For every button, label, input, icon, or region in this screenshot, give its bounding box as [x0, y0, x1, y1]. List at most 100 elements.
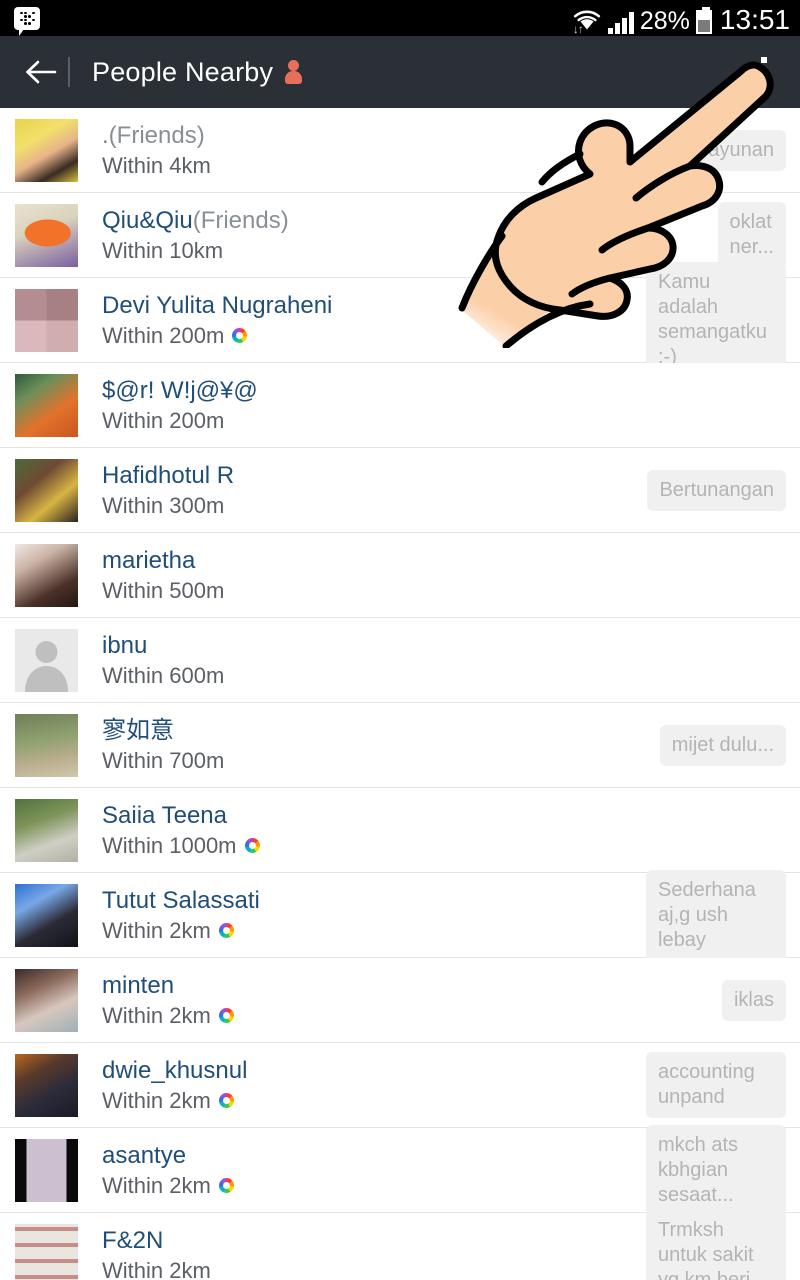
distance-row: Within 10km [102, 238, 718, 264]
status-bubble: oklat ner... [717, 202, 786, 268]
distance-row: Within 2km [102, 1003, 722, 1029]
avatar[interactable] [15, 203, 78, 267]
page-title: People Nearby [92, 56, 274, 87]
distance-label: Within 700m [102, 747, 225, 773]
contact-name: $@r! W!j@¥@ [102, 376, 258, 404]
list-item-text: 寥如意 Within 700m [78, 717, 660, 774]
list-item-text: dwie_khusnul Within 2km [78, 1057, 646, 1114]
color-ring-icon [218, 1093, 234, 1108]
contact-name: F&2N [102, 1226, 164, 1254]
contact-name-suffix: (Friends) [192, 206, 289, 234]
distance-row: Within 300m [102, 493, 647, 519]
list-item-text: $@r! W!j@¥@ Within 200m [78, 377, 786, 434]
avatar[interactable] [15, 1138, 78, 1202]
status-bubble: mijet dulu... [659, 724, 786, 766]
distance-row: Within 4km [102, 153, 696, 179]
people-nearby-list[interactable]: .(Friends) Within 4km ayunan Qiu&Qiu(Friend… [0, 108, 800, 1280]
contact-name: Qiu&Qiu(Friends) [102, 206, 289, 234]
battery-icon [695, 7, 712, 34]
contact-name: ibnu [102, 631, 148, 659]
avatar[interactable] [15, 968, 78, 1032]
overflow-menu-icon[interactable] [744, 44, 784, 100]
contact-name: minten [102, 971, 175, 999]
list-item[interactable]: asantye Within 2km mkch ats kbhgian sesaat… [0, 1124, 800, 1216]
contact-name: Saiia Teena [102, 801, 227, 829]
bbm-message-icon [14, 6, 40, 36]
distance-row: Within 1000m [102, 833, 786, 859]
contact-name-suffix: (Friends) [108, 121, 205, 149]
distance-label: Within 500m [102, 577, 225, 603]
avatar[interactable] [15, 883, 78, 947]
distance-label: Within 600m [102, 662, 225, 688]
contact-name: Tutut Salassati [102, 886, 260, 914]
contact-name: marietha [102, 546, 196, 574]
contact-name: .(Friends) [102, 121, 205, 149]
app-bar: People Nearby [0, 36, 800, 108]
list-item[interactable]: Devi Yulita Nugraheni Within 200m Kamu ada… [0, 262, 800, 378]
avatar[interactable] [15, 1053, 78, 1117]
avatar[interactable] [15, 798, 78, 862]
list-item[interactable]: dwie_khusnul Within 2km accounting unpand [0, 1043, 800, 1128]
distance-row: Within 500m [102, 578, 786, 604]
list-item-text: asantye Within 2km [78, 1142, 646, 1199]
avatar[interactable] [15, 1223, 78, 1280]
list-item[interactable]: ibnu Within 600m [0, 618, 800, 703]
status-bubble: ayunan [696, 129, 786, 171]
back-arrow-icon[interactable] [20, 51, 62, 93]
list-item-text: ibnu Within 600m [78, 632, 786, 689]
battery-percent-label: 28% [639, 7, 690, 35]
list-item[interactable]: minten Within 2km iklas [0, 958, 800, 1043]
list-item-text: Tutut Salassati Within 2km [78, 887, 646, 944]
avatar[interactable] [15, 458, 78, 522]
avatar[interactable] [15, 373, 78, 437]
list-item-text: F&2N Within 2km [78, 1227, 646, 1280]
list-item[interactable]: $@r! W!j@¥@ Within 200m [0, 363, 800, 448]
contact-name: Hafidhotul R [102, 461, 235, 489]
distance-row: Within 2km [102, 1088, 646, 1114]
distance-label: Within 200m [102, 407, 225, 433]
status-bubble: accounting unpand [646, 1052, 786, 1118]
people-nearby-screen: ↓↑ 28% 13:51 People Nearby .(Friends) Wi… [0, 0, 800, 1280]
list-item[interactable]: Tutut Salassati Within 2km Sederhana aj,g … [0, 869, 800, 961]
contact-name: 寥如意 [102, 716, 174, 744]
color-ring-icon [244, 838, 260, 853]
list-item[interactable]: Hafidhotul R Within 300m Bertunangan [0, 448, 800, 533]
distance-row: Within 600m [102, 663, 786, 689]
avatar[interactable] [15, 628, 78, 692]
status-bar-right: ↓↑ 28% 13:51 [572, 0, 790, 36]
list-item-text: marietha Within 500m [78, 547, 786, 604]
list-item[interactable]: Saiia Teena Within 1000m [0, 788, 800, 873]
status-bubble: iklas [721, 979, 786, 1021]
status-bubble: Kamu adalah semangatku :-) [646, 262, 786, 378]
distance-row: Within 2km [102, 1173, 646, 1199]
distance-label: Within 2km [102, 1002, 211, 1028]
distance-row: Within 200m [102, 408, 786, 434]
distance-label: Within 2km [102, 1087, 211, 1113]
color-ring-icon [232, 328, 248, 343]
list-item[interactable]: marietha Within 500m [0, 533, 800, 618]
contact-name: dwie_khusnul [102, 1056, 248, 1084]
avatar[interactable] [15, 543, 78, 607]
distance-label: Within 2km [102, 1172, 211, 1198]
color-ring-icon [218, 923, 234, 938]
avatar[interactable] [15, 713, 78, 777]
person-badge-icon [285, 59, 303, 85]
avatar[interactable] [15, 118, 78, 182]
list-item-text: Hafidhotul R Within 300m [78, 462, 647, 519]
status-bubble: Bertunangan [647, 469, 786, 511]
avatar[interactable] [15, 288, 78, 352]
contact-name: Devi Yulita Nugraheni [102, 291, 333, 319]
app-bar-divider [68, 57, 70, 87]
clock-label: 13:51 [719, 4, 790, 35]
list-item[interactable]: F&2N Within 2km Trmksh untuk sakit yg km b… [0, 1209, 800, 1280]
distance-label: Within 10km [102, 237, 224, 263]
distance-row: Within 200m [102, 323, 646, 349]
list-item-text: Saiia Teena Within 1000m [78, 802, 786, 859]
list-item-text: .(Friends) Within 4km [78, 122, 696, 179]
status-bubble: Trmksh untuk sakit yg km beri [646, 1209, 786, 1280]
list-item-text: Qiu&Qiu(Friends) Within 10km [78, 207, 718, 264]
status-bar-left [14, 6, 572, 36]
list-item[interactable]: 寥如意 Within 700m mijet dulu... [0, 703, 800, 788]
distance-label: Within 4km [102, 152, 211, 178]
list-item[interactable]: .(Friends) Within 4km ayunan [0, 108, 800, 193]
